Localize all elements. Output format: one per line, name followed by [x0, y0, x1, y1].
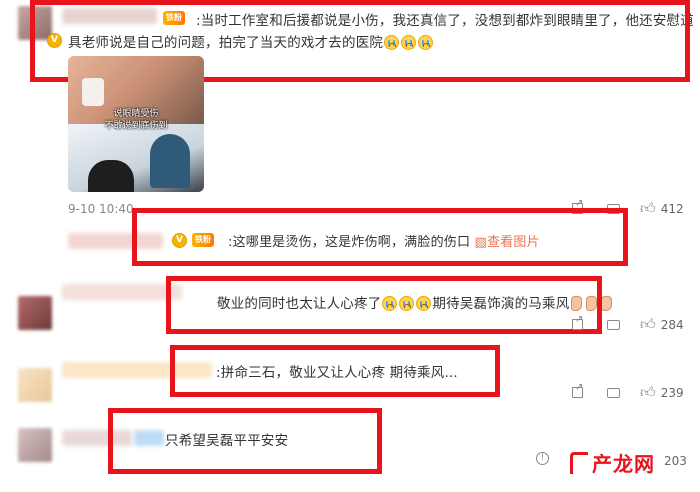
share-button[interactable] — [572, 382, 583, 398]
image-caption-line2: 不敢说到底伤到 — [104, 121, 168, 131]
like-button[interactable]: 👍︎ 412 — [640, 199, 684, 218]
like-count: 284 — [660, 317, 684, 332]
thumbs-up-icon: 👍︎ — [640, 199, 656, 217]
highlight-box — [170, 345, 500, 397]
image-bandage — [82, 78, 104, 106]
foot-emoji-icon — [601, 296, 613, 311]
watermark-brand: 产龙网 — [592, 452, 655, 476]
username-blurred[interactable] — [62, 284, 182, 300]
thumbs-up-icon: 👍︎ — [640, 315, 656, 333]
info-button[interactable]: ! — [536, 452, 549, 465]
watermark-logo-icon — [570, 451, 588, 474]
thumbs-up-icon: 👍︎ — [640, 383, 656, 401]
image-caption: 说眼睛受伤 不敢说到底伤到 — [68, 108, 204, 132]
comment-button[interactable] — [607, 320, 620, 330]
comment-timestamp: 9-10 10:40 — [68, 202, 134, 216]
like-count: 203 — [664, 454, 687, 468]
comment-icon — [607, 320, 620, 330]
image-patient — [88, 160, 134, 192]
like-count: 239 — [660, 385, 684, 400]
like-count: 412 — [660, 201, 684, 216]
highlight-box — [166, 276, 602, 334]
share-icon — [572, 382, 583, 398]
comment-button[interactable] — [607, 388, 620, 398]
comment-image[interactable]: 说眼睛受伤 不敢说到底伤到 — [68, 56, 204, 192]
like-button[interactable]: 👍︎ 284 — [640, 315, 684, 334]
comment-icon — [607, 388, 620, 398]
share-icon — [572, 314, 583, 330]
image-doctor — [150, 134, 190, 188]
avatar[interactable] — [18, 368, 52, 402]
like-button[interactable]: 203 — [664, 454, 687, 468]
info-icon: ! — [536, 452, 549, 465]
highlight-box — [108, 408, 382, 474]
avatar[interactable] — [18, 296, 52, 330]
avatar[interactable] — [18, 428, 52, 462]
like-button[interactable]: 👍︎ 239 — [640, 383, 684, 402]
share-button[interactable] — [572, 314, 583, 330]
highlight-box — [132, 208, 628, 266]
watermark: 产龙网 — [570, 448, 655, 477]
image-caption-line1: 说眼睛受伤 — [113, 109, 159, 119]
